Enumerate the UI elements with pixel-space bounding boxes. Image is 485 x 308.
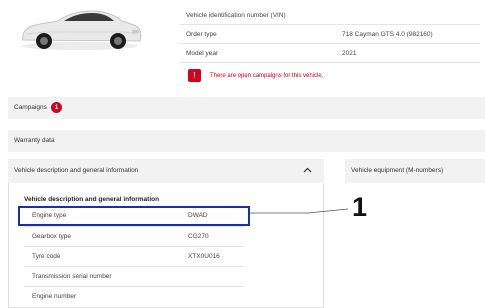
gearbox-type-value: CG270 [188, 233, 209, 240]
model-year-label: Model year [186, 50, 219, 57]
transmission-serial-row: Transmission serial number [24, 266, 244, 286]
exclamation-icon: ! [188, 69, 201, 82]
engine-type-highlight-box [18, 206, 250, 226]
warranty-label: Warranty data [14, 137, 55, 144]
model-year-value: 2021 [342, 50, 357, 57]
gearbox-type-row: Gearbox type CG270 [24, 226, 244, 246]
tyre-code-row: Tyre code XTX0U016 [24, 246, 244, 266]
order-type-label: Order type [186, 31, 217, 38]
campaigns-section[interactable]: Campaigns 1 [8, 97, 485, 119]
order-type-row: Order type 718 Cayman GTS 4.0 (982160) [180, 25, 480, 44]
campaigns-count-badge: 1 [51, 102, 62, 113]
chevron-up-icon[interactable] [303, 167, 312, 173]
vin-row: Vehicle identification number (VIN) [180, 6, 480, 25]
gearbox-type-label: Gearbox type [32, 233, 72, 240]
vehicle-description-section-header[interactable]: Vehicle description and general informat… [8, 159, 324, 183]
engine-number-label: Engine number [32, 293, 77, 300]
model-year-row: Model year 2021 [180, 44, 480, 63]
engine-number-row: Engine number [24, 286, 244, 306]
transmission-serial-label: Transmission serial number [32, 273, 112, 280]
vehicle-description-label: Vehicle description and general informat… [14, 167, 139, 174]
vehicle-equipment-section[interactable]: Vehicle equipment (M-numbers) [345, 159, 485, 183]
campaigns-label: Campaigns [14, 104, 47, 111]
panel-title: Vehicle description and general informat… [24, 196, 160, 203]
tyre-code-value: XTX0U016 [188, 253, 220, 260]
car-image [21, 10, 142, 50]
vin-label: Vehicle identification number (VIN) [186, 12, 286, 19]
order-type-value: 718 Cayman GTS 4.0 (982160) [342, 31, 433, 38]
alert-text: There are open campaigns for this vehicl… [210, 72, 324, 79]
vehicle-equipment-label: Vehicle equipment (M-numbers) [351, 167, 444, 174]
callout-number: 1 [352, 192, 368, 222]
warranty-section[interactable]: Warranty data [8, 130, 485, 152]
open-campaigns-alert[interactable]: ! There are open campaigns for this vehi… [188, 69, 323, 82]
tyre-code-label: Tyre code [32, 253, 61, 260]
vehicle-info-table: Vehicle identification number (VIN) Orde… [180, 6, 480, 63]
callout-leader-line [250, 208, 349, 214]
